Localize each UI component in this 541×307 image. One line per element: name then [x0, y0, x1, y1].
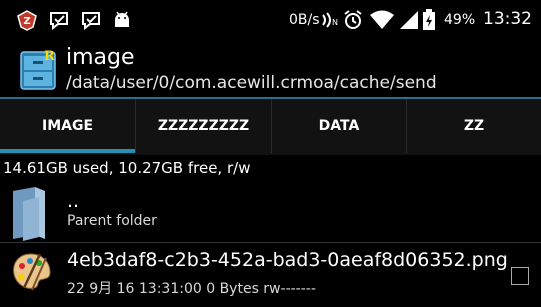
- select-checkbox[interactable]: [511, 267, 529, 285]
- tab-bar: IMAGE ZZZZZZZZZ DATA ZZ: [0, 97, 541, 155]
- svg-text:N: N: [332, 18, 338, 27]
- svg-text:R: R: [44, 49, 55, 64]
- tab-label: ZZ: [463, 118, 485, 134]
- status-time: 13:32: [483, 9, 532, 29]
- entry-name: 4eb3daf8-c2b3-452a-bad3-0aeaf8d06352.png: [67, 249, 508, 271]
- network-speed: 0B/s: [289, 12, 320, 28]
- message-check-icon: [82, 12, 100, 31]
- battery-icon: [423, 9, 435, 30]
- signal-icon: [400, 11, 418, 29]
- list-item-file[interactable]: 4eb3daf8-c2b3-452a-bad3-0aeaf8d06352.png…: [0, 243, 541, 307]
- list-item-parent-folder[interactable]: .. Parent folder: [0, 180, 541, 242]
- root-explorer-cabinet-icon[interactable]: R: [20, 48, 56, 90]
- tab-zz[interactable]: ZZ: [407, 99, 541, 153]
- entry-name: ..: [67, 190, 80, 212]
- wifi-icon: [370, 10, 394, 29]
- alarm-icon: [344, 10, 362, 29]
- entry-detail: 22 9月 16 13:31:00 0 Bytes rw-------: [67, 281, 316, 297]
- nfc-icon: N: [322, 12, 338, 28]
- storage-info: 14.61GB used, 10.27GB free, r/w: [3, 159, 251, 177]
- page-title: image: [66, 45, 135, 70]
- status-bar: Z 0B/s N 49% 13:32: [0, 0, 541, 40]
- tab-label: ZZZZZZZZZ: [157, 118, 250, 134]
- current-path: /data/user/0/com.acewill.crmoa/cache/sen…: [66, 73, 437, 93]
- entry-detail: Parent folder: [67, 213, 157, 229]
- paint-palette-icon: [13, 253, 51, 291]
- active-tab-indicator: [0, 149, 135, 153]
- tab-data[interactable]: DATA: [272, 99, 406, 153]
- android-icon: [115, 11, 129, 27]
- tab-zzzzzzzzz[interactable]: ZZZZZZZZZ: [136, 99, 271, 153]
- tab-image[interactable]: IMAGE: [0, 99, 135, 153]
- tab-label: DATA: [318, 118, 360, 134]
- message-check-icon: [50, 12, 68, 31]
- tab-label: IMAGE: [41, 118, 94, 134]
- battery-percent: 49%: [444, 12, 476, 28]
- svg-text:Z: Z: [23, 16, 30, 27]
- app-header: R image /data/user/0/com.acewill.crmoa/c…: [0, 40, 541, 97]
- app-z-icon: Z: [17, 10, 37, 31]
- folder-icon: [13, 187, 45, 241]
